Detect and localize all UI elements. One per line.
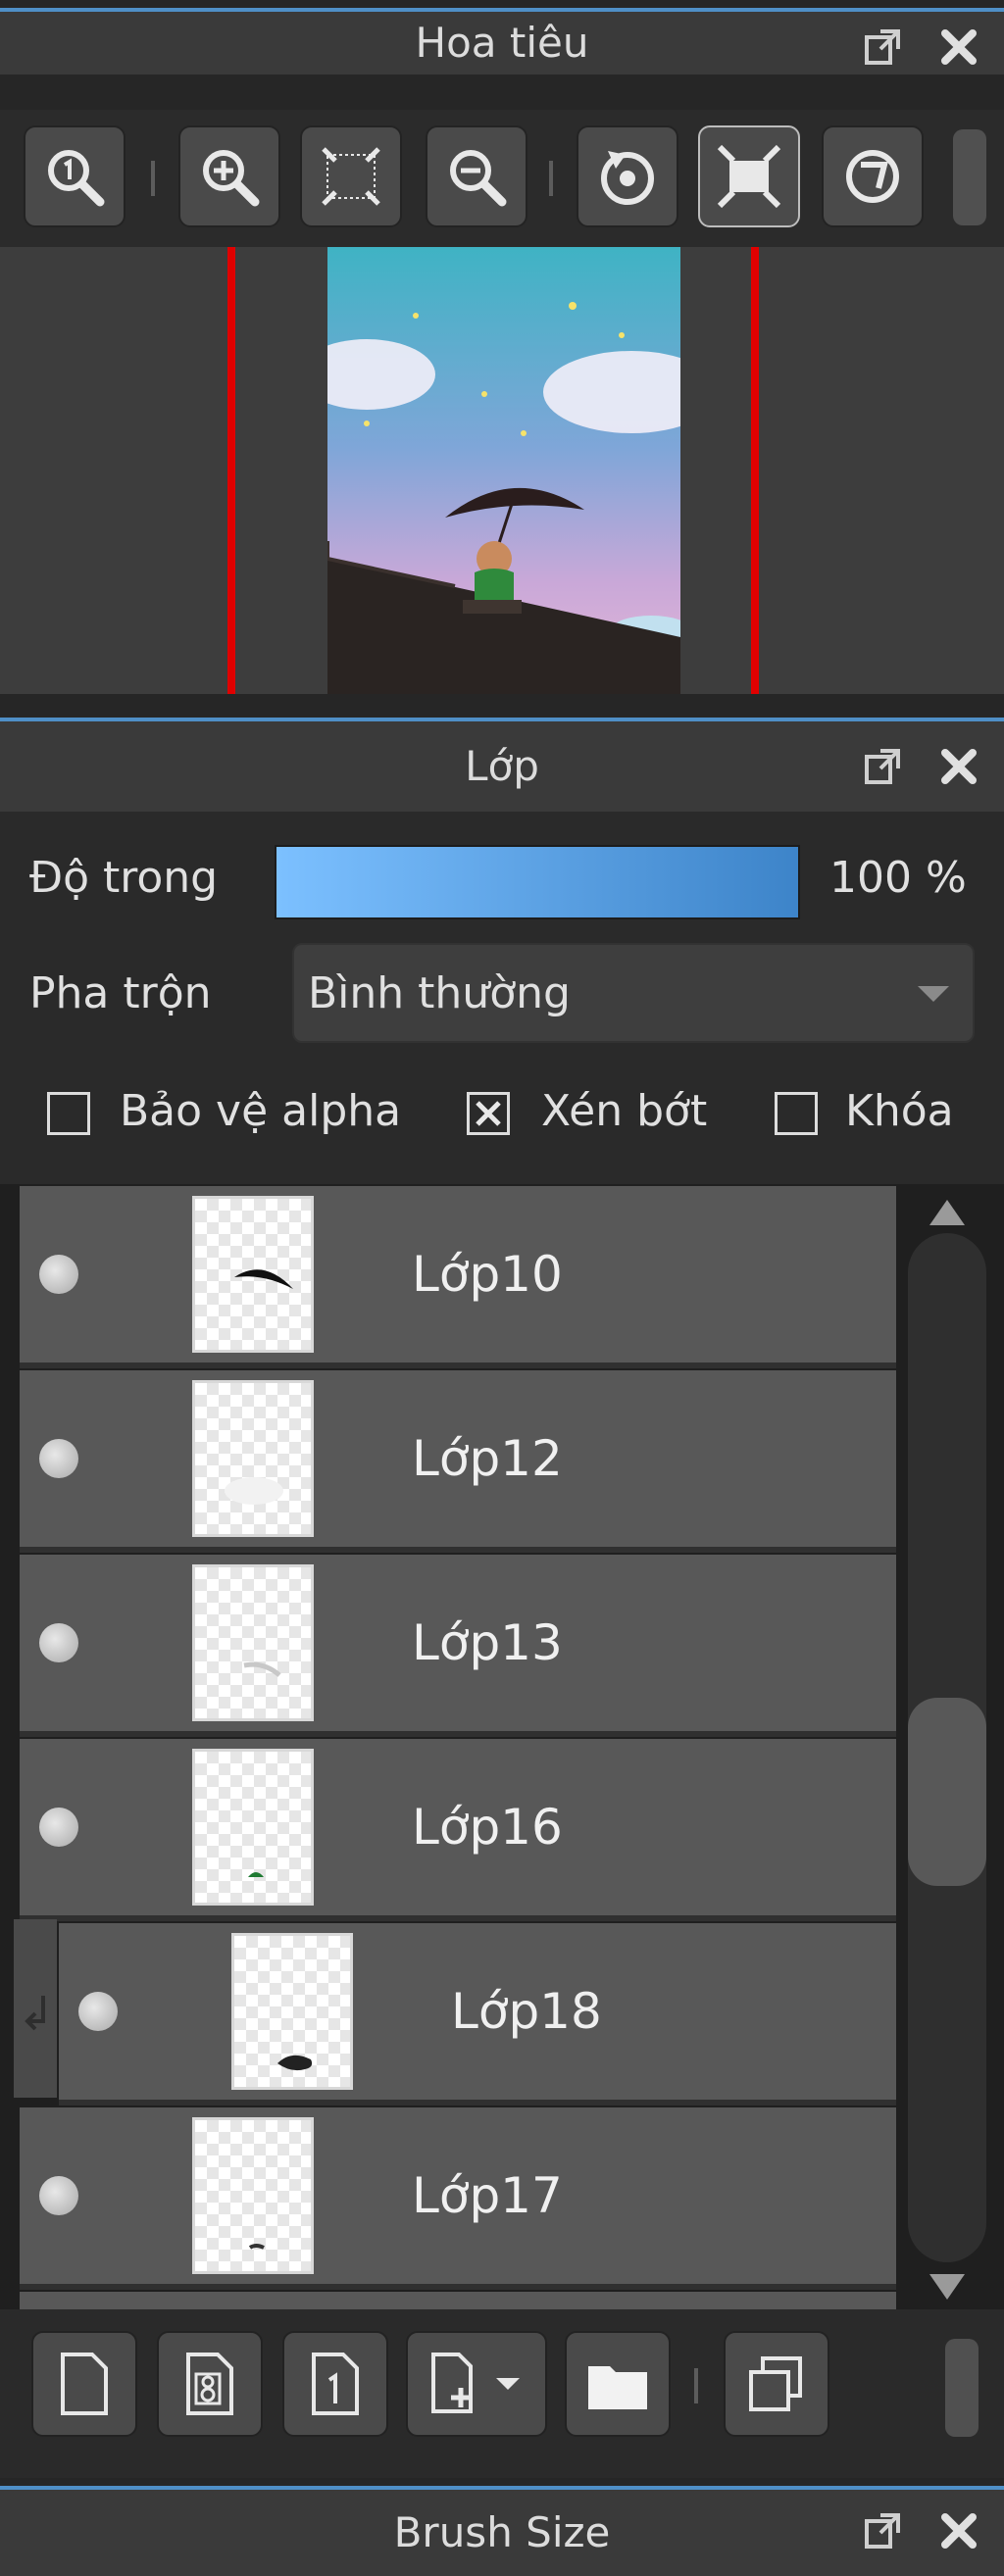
rotate-left-icon [601,151,654,205]
chevron-down-icon [918,986,949,1002]
fullscreen-icon [717,144,781,209]
fullscreen-button[interactable] [698,125,800,227]
frame-left-marker [227,247,235,694]
layer-list: Lớp10 Lớp12 Lớp13 Lớp16 Lớp18 Lớp17 [0,1184,1004,2309]
lock-label: Khóa [845,1086,954,1136]
lock-checkbox[interactable] [775,1092,818,1135]
navigator-title: Hoa tiêu [415,19,589,67]
visibility-icon[interactable] [78,1992,118,2031]
brush-size-header: Brush Size [0,2486,1004,2576]
float-panel-icon[interactable] [863,2511,902,2551]
duplicate-layer-icon [749,2356,802,2411]
fit-screen-icon [322,147,380,206]
zoom-in-icon [203,150,260,207]
protect-alpha-label: Bảo vệ alpha [120,1086,402,1136]
frame-right-marker [751,247,759,694]
layer-row[interactable]: Lớp10 [20,1186,896,1368]
zoom-out-button[interactable] [426,125,527,227]
layer-row-clipped[interactable]: Lớp18 [59,1923,896,2105]
float-panel-icon[interactable] [863,747,902,786]
layer-properties: Độ trong 100 % Pha trộn Bình thường Bảo … [0,812,1004,1184]
layer-thumbnail [192,1749,314,1906]
visibility-icon[interactable] [39,2176,78,2215]
navigator-header: Hoa tiêu [0,8,1004,74]
layer-scrollbar[interactable] [902,1184,1004,2309]
layer-name: Lớp10 [412,1246,563,1303]
toolbar-scroll-handle[interactable] [953,129,986,225]
brush-size-title: Brush Size [393,2508,611,2556]
protect-alpha-checkbox[interactable] [47,1092,90,1135]
visibility-icon[interactable] [39,1255,78,1294]
close-icon[interactable] [939,27,979,67]
visibility-icon[interactable] [39,1808,78,1847]
layer-thumbnail [192,1564,314,1721]
layer-thumbnail [192,2117,314,2274]
scroll-up-icon[interactable] [929,1200,965,1225]
layer-name: Lớp17 [412,2167,563,2224]
blend-mode-select[interactable]: Bình thường [292,943,975,1043]
layer-row[interactable]: Lớp12 [20,1370,896,1553]
clipping-label: Xén bớt [541,1086,708,1136]
fit-screen-button[interactable] [300,125,402,227]
layers-title: Lớp [465,742,539,790]
layer-name: Lớp16 [412,1799,563,1856]
new-8bit-layer-button[interactable] [157,2331,263,2437]
add-layer-menu-button[interactable] [406,2331,547,2437]
close-icon[interactable] [939,2511,979,2551]
zoom-actual-button[interactable] [24,125,126,227]
rotate-reset-icon [846,150,899,203]
toolbar-separator [151,161,155,196]
blend-label: Pha trộn [29,968,212,1018]
blend-mode-value: Bình thường [308,968,571,1018]
zoom-out-icon [450,150,507,207]
new-layer-icon [61,2353,108,2415]
clipping-checkbox[interactable] [467,1092,510,1135]
rotate-reset-button[interactable] [822,125,924,227]
zoom-in-button[interactable] [178,125,280,227]
add-layer-menu-icon [431,2353,520,2413]
duplicate-layer-button[interactable] [724,2331,829,2437]
layer-row-partial[interactable] [20,2292,896,2309]
new-1bit-layer-button[interactable] [282,2331,388,2437]
layer-thumbnail [192,1196,314,1353]
clipping-indicator [14,1919,57,2098]
visibility-icon[interactable] [39,1439,78,1478]
layer-toolbar [0,2309,1004,2478]
canvas-thumbnail [327,247,680,694]
new-8bit-layer-icon [186,2353,233,2415]
check-x-icon [476,1101,501,1126]
layer-row[interactable]: Lớp17 [20,2107,896,2290]
float-panel-icon[interactable] [863,27,902,67]
opacity-slider[interactable] [275,845,800,919]
new-1bit-layer-icon [312,2353,359,2415]
toolbar-separator [694,2368,698,2403]
scroll-down-icon[interactable] [929,2274,965,2300]
toolbar-scroll-handle[interactable] [945,2339,979,2437]
layer-thumbnail [192,1380,314,1537]
rotate-left-button[interactable] [577,125,678,227]
close-icon[interactable] [939,747,979,786]
new-layer-button[interactable] [31,2331,137,2437]
toolbar-separator [549,161,553,196]
layer-name: Lớp13 [412,1614,563,1671]
new-folder-icon [588,2366,647,2409]
navigator-preview[interactable] [0,247,1004,694]
navigator-toolbar [0,110,1004,247]
opacity-value: 100 % [829,853,967,903]
layer-name: Lớp12 [412,1430,563,1487]
layers-header: Lớp [0,718,1004,812]
layer-row[interactable]: Lớp13 [20,1555,896,1737]
zoom-actual-icon [48,150,105,207]
scrollbar-thumb[interactable] [908,1698,986,1886]
layer-thumbnail [231,1933,353,2090]
new-folder-button[interactable] [565,2331,671,2437]
layer-name: Lớp18 [451,1983,602,2040]
layer-row[interactable]: Lớp16 [20,1739,896,1921]
opacity-label: Độ trong [29,853,219,903]
visibility-icon[interactable] [39,1623,78,1662]
